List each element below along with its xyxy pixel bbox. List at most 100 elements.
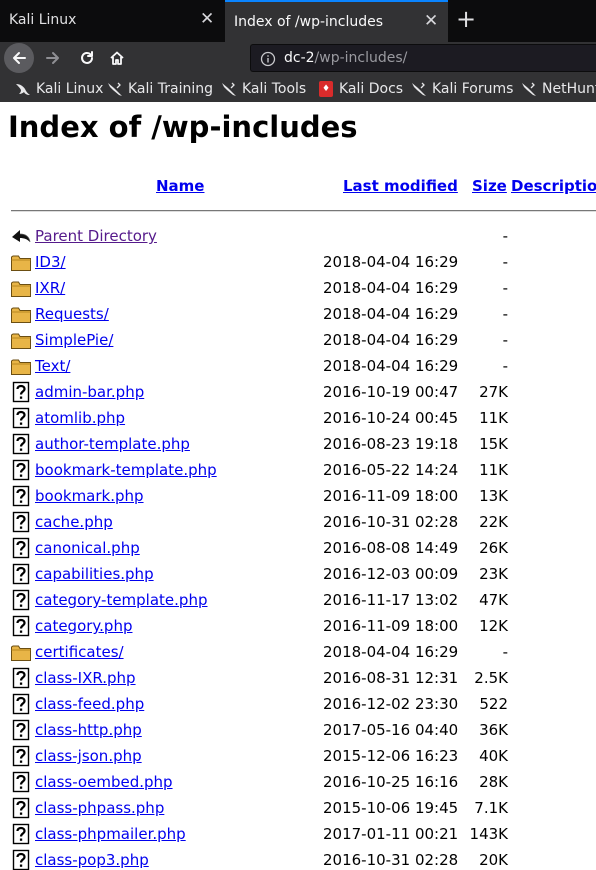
last-modified: 2016-05-22 14:24 [323,461,459,479]
forward-button[interactable] [38,42,68,74]
table-row: bookmark.php 2016-11-09 18:00 13K [0,483,596,509]
bookmark-label: Kali Linux [36,81,104,97]
bookmark-kali-linux[interactable]: Kali Linux [14,79,103,99]
unknown-file-icon [10,563,32,585]
file-link[interactable]: class-json.php [35,747,142,765]
table-row: cache.php 2016-10-31 02:28 22K [0,509,596,535]
unknown-file-icon [10,511,32,533]
file-link[interactable]: class-pop3.php [35,851,149,869]
tab-kali-linux[interactable]: Kali Linux ✕ [0,0,224,42]
last-modified: 2016-12-03 00:09 [323,565,459,583]
folder-icon [10,251,32,273]
file-size: 13K [479,487,508,505]
last-modified: 2016-11-17 13:02 [323,591,459,609]
file-listing: Parent Directory - ID3/2018-04-04 16:29- IX… [0,223,596,870]
sort-by-last-modified-link[interactable]: Last modified [343,177,458,195]
bookmark-label: Kali Training [128,81,213,97]
bookmark-kali-tools[interactable]: Kali Tools [220,79,306,99]
folder-icon [10,329,32,351]
reload-button[interactable] [72,42,102,74]
close-tab-icon[interactable]: ✕ [200,10,214,28]
file-link[interactable]: IXR/ [35,279,65,297]
file-link[interactable]: canonical.php [35,539,140,557]
tab-index-wp-includes[interactable]: Index of /wp-includes ✕ [225,0,448,42]
table-row: category-template.php 2016-11-17 13:02 47K [0,587,596,613]
file-size: 2.5K [474,669,508,687]
unknown-file-icon [10,433,32,455]
file-link[interactable]: class-feed.php [35,695,144,713]
file-size: 36K [479,721,508,739]
kali-docs-icon: ♦ [319,81,333,97]
file-link[interactable]: Text/ [35,357,70,375]
last-modified: 2017-05-16 04:40 [323,721,459,739]
last-modified: 2016-11-09 18:00 [323,617,459,635]
file-link[interactable]: ID3/ [35,253,66,271]
file-link[interactable]: category-template.php [35,591,207,609]
file-link[interactable]: class-phpmailer.php [35,825,186,843]
table-row: Requests/2018-04-04 16:29 - [0,301,596,327]
new-tab-button[interactable]: + [452,6,480,34]
folder-icon [10,277,32,299]
folder-icon [10,303,32,325]
file-link[interactable]: SimplePie/ [35,331,113,349]
last-modified: 2018-04-04 16:29 [323,357,459,375]
file-link[interactable]: certificates/ [35,643,124,661]
sort-by-description-link[interactable]: Description [511,177,596,195]
sort-by-size-link[interactable]: Size [472,177,507,195]
unknown-file-icon [10,407,32,429]
file-link[interactable]: author-template.php [35,435,190,453]
last-modified: 2016-12-02 23:30 [323,695,459,713]
unknown-file-icon [10,485,32,507]
unknown-file-icon [10,771,32,793]
file-link[interactable]: Requests/ [35,305,109,323]
file-link[interactable]: capabilities.php [35,565,154,583]
file-link[interactable]: category.php [35,617,132,635]
last-modified: 2016-10-25 16:16 [323,773,459,791]
unknown-file-icon [10,381,32,403]
last-modified: 2018-04-04 16:29 [323,331,459,349]
file-size: 40K [479,747,508,765]
last-modified: 2015-10-06 19:45 [323,799,459,817]
info-icon[interactable] [260,51,276,67]
address-bar[interactable]: dc-2/wp-includes/ [250,44,596,72]
bookmark-kali-forums[interactable]: Kali Forums [410,79,513,99]
file-size: 7.1K [474,799,508,817]
table-row: bookmark-template.php 2016-05-22 14:24 11K [0,457,596,483]
file-size: - [502,253,508,271]
file-link[interactable]: admin-bar.php [35,383,144,401]
file-size: 12K [479,617,508,635]
bookmark-kali-training[interactable]: Kali Training [106,79,213,99]
file-link[interactable]: bookmark.php [35,487,144,505]
sort-by-name-link[interactable]: Name [156,177,204,195]
file-link[interactable]: cache.php [35,513,113,531]
kali-dragon-icon [222,82,236,96]
table-row: class-feed.php 2016-12-02 23:30 522 [0,691,596,717]
file-size: 15K [479,435,508,453]
table-row: class-json.php 2015-12-06 16:23 40K [0,743,596,769]
file-link[interactable]: class-oembed.php [35,773,173,791]
table-row: certificates/2018-04-04 16:29 - [0,639,596,665]
parent-directory-link[interactable]: Parent Directory [35,227,157,245]
bookmark-nethunter[interactable]: NetHunt [520,79,596,99]
close-tab-icon[interactable]: ✕ [424,12,438,30]
bookmark-label: Kali Docs [339,81,404,97]
file-link[interactable]: bookmark-template.php [35,461,217,479]
file-link[interactable]: atomlib.php [35,409,125,427]
file-link[interactable]: class-IXR.php [35,669,136,687]
back-button[interactable] [4,43,34,73]
bookmark-kali-docs[interactable]: ♦ Kali Docs [319,79,403,99]
url-host: dc-2 [284,50,315,66]
file-size: 47K [479,591,508,609]
file-size: 28K [479,773,508,791]
home-button[interactable] [102,42,132,74]
back-icon [10,225,32,247]
header-divider [11,210,596,212]
last-modified: 2017-01-11 00:21 [323,825,459,843]
url-text: dc-2/wp-includes/ [284,50,407,66]
file-link[interactable]: class-phpass.php [35,799,164,817]
tab-title: Kali Linux [9,12,77,28]
file-size: 11K [479,409,508,427]
file-link[interactable]: class-http.php [35,721,142,739]
table-row: author-template.php 2016-08-23 19:18 15K [0,431,596,457]
table-row: class-oembed.php 2016-10-25 16:16 28K [0,769,596,795]
